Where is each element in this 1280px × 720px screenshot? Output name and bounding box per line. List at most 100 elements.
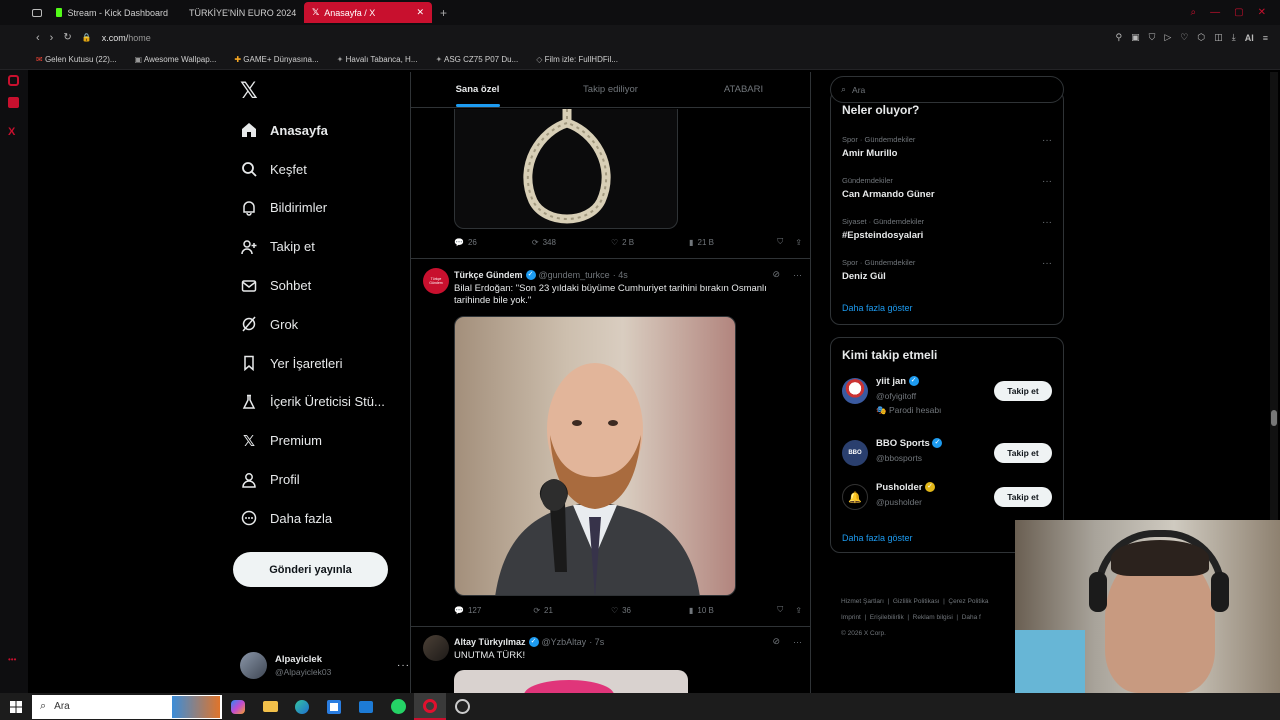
ai-button[interactable]: AI — [1245, 33, 1254, 43]
play-icon[interactable]: ▷ — [1164, 32, 1171, 43]
taskbar-search[interactable]: ⌕ Ara — [32, 694, 222, 719]
scrollbar-thumb[interactable] — [1271, 410, 1277, 426]
post-author-name[interactable]: Türkçe Gündem — [454, 270, 523, 280]
x-logo-icon[interactable]: 𝕏 — [240, 78, 258, 104]
post-time[interactable]: · 7s — [589, 637, 604, 647]
bookmark-item[interactable]: ◇ Film izle: FullHDFil... — [536, 55, 618, 64]
post-avatar[interactable]: Türkçe Gündem — [423, 268, 449, 294]
search-input[interactable]: Ara — [852, 85, 865, 95]
nav-notifications[interactable]: Bildirimler — [230, 189, 410, 228]
close-window-icon[interactable]: ✕ — [1258, 7, 1266, 18]
tab-for-you[interactable]: Sana özel — [411, 72, 544, 107]
follow-button[interactable]: Takip et — [994, 381, 1052, 401]
minimize-icon[interactable]: — — [1210, 7, 1220, 18]
bookmark-icon[interactable]: ⛉ — [777, 605, 783, 615]
post-author-handle[interactable]: @gundem_turkce — [539, 270, 610, 280]
trend-item[interactable]: Spor · Gündemdekiler Deniz Gül ··· — [831, 256, 1063, 297]
footer-link[interactable]: Gizlilik Politikası — [893, 598, 940, 605]
more-horizontal-icon[interactable]: ··· — [397, 660, 410, 671]
sidebar-x-icon[interactable]: X — [8, 126, 15, 138]
nav-grok[interactable]: Grok — [230, 305, 410, 344]
follow-button[interactable]: Takip et — [994, 443, 1052, 463]
tab-kick[interactable]: Stream - Kick Dashboard — [48, 2, 176, 23]
post-author-name[interactable]: Altay Türkyılmaz — [454, 637, 526, 647]
search-tabs-icon[interactable]: ⌕ — [1191, 7, 1197, 18]
repost-button[interactable]: ⟳ 348 — [532, 238, 556, 247]
sidebar-app-icon[interactable] — [8, 97, 19, 108]
back-icon[interactable]: ‹ — [36, 32, 40, 44]
footer-link[interactable]: Erişilebilirlik — [870, 614, 904, 621]
grok-icon[interactable]: ⊘ — [772, 636, 780, 647]
reply-button[interactable]: 💬 127 — [454, 606, 481, 615]
repost-button[interactable]: ⟳ 21 — [533, 606, 553, 615]
show-more-link[interactable]: Daha fazla göster — [842, 533, 913, 543]
download-icon[interactable]: ⤓ — [1232, 32, 1236, 43]
footer-link[interactable]: Çerez Politika — [948, 598, 988, 605]
account-switcher[interactable]: Alpayiclek @Alpayiclek03 ··· — [240, 648, 410, 682]
bookmark-item[interactable]: ✉ Gelen Kutusu (22)... — [36, 55, 117, 64]
post-author-handle[interactable]: @YzbAltay — [542, 637, 587, 647]
steam-icon[interactable] — [446, 693, 478, 720]
more-horizontal-icon[interactable]: ··· — [1042, 135, 1052, 146]
grok-icon[interactable]: ⊘ — [772, 269, 780, 280]
more-horizontal-icon[interactable]: ··· — [1042, 176, 1052, 187]
bookmark-item[interactable]: ▣ Awesome Wallpap... — [135, 55, 217, 64]
screenshot-icon[interactable]: ▣ — [1131, 32, 1140, 43]
trend-item[interactable]: Siyaset · Gündemdekiler #Epsteindosyalar… — [831, 215, 1063, 256]
file-explorer-icon[interactable] — [254, 693, 286, 720]
tab-workspace-icon[interactable] — [28, 2, 48, 23]
like-button[interactable]: ♡ 2 B — [611, 238, 634, 247]
nav-profile[interactable]: Profil — [230, 460, 410, 499]
close-tab-icon[interactable]: ✕ — [416, 7, 424, 18]
extensions-icon[interactable]: ⬡ — [1197, 32, 1205, 43]
bookmark-item[interactable]: ✦ ASG CZ75 P07 Du... — [436, 55, 519, 64]
share-icon[interactable]: ⇪ — [795, 238, 802, 247]
reply-button[interactable]: 💬 26 — [454, 238, 477, 247]
more-horizontal-icon[interactable]: ··· — [1042, 217, 1052, 228]
nav-chat[interactable]: Sohbet — [230, 266, 410, 305]
follow-button[interactable]: Takip et — [994, 487, 1052, 507]
share-icon[interactable]: ⇪ — [795, 606, 802, 615]
nav-premium[interactable]: 𝕏 Premium — [230, 421, 410, 460]
more-horizontal-icon[interactable]: ··· — [793, 270, 802, 280]
search-box[interactable]: ⌕ Ara — [830, 76, 1064, 103]
tab-x-home[interactable]: 𝕏 Anasayfa / X ✕ — [304, 2, 432, 23]
new-tab-button[interactable]: + — [432, 2, 455, 23]
mail-icon[interactable] — [350, 693, 382, 720]
windows-start-icon[interactable] — [0, 693, 32, 720]
footer-link[interactable]: Imprint — [841, 614, 861, 621]
shield-icon[interactable]: ⛉ — [1149, 32, 1156, 43]
footer-link[interactable]: Hizmet Şartları — [841, 598, 884, 605]
post-button[interactable]: Gönderi yayınla — [233, 552, 388, 587]
trend-item[interactable]: Spor · Gündemdekiler Amir Murillo ··· — [831, 133, 1063, 174]
menu-icon[interactable]: ≡ — [1263, 33, 1268, 43]
follow-suggestion[interactable]: BBO BBO Sports ✓ @bbosports Takip et — [831, 438, 1063, 482]
like-button[interactable]: ♡ 36 — [611, 606, 631, 615]
views-button[interactable]: ▮ 10 B — [689, 606, 714, 615]
show-more-link[interactable]: Daha fazla göster — [842, 303, 913, 313]
trend-item[interactable]: Gündemdekiler Can Armando Güner ··· — [831, 174, 1063, 215]
more-horizontal-icon[interactable]: ··· — [793, 637, 802, 647]
bookmark-item[interactable]: ✦ Havalı Tabanca, H... — [337, 55, 418, 64]
follow-suggestion[interactable]: yiit jan ✓ @ofyigitoff 🎭 Parodi hesabı T… — [831, 376, 1063, 438]
more-horizontal-icon[interactable]: ··· — [1042, 258, 1052, 269]
bookmark-item[interactable]: ✚ GAME+ Dünyasına... — [234, 55, 318, 64]
maximize-icon[interactable]: ▢ — [1234, 7, 1243, 18]
nav-bookmarks[interactable]: Yer İşaretleri — [230, 344, 410, 383]
reload-icon[interactable]: ↻ — [63, 32, 71, 43]
opera-gx-icon[interactable] — [414, 693, 446, 720]
store-icon[interactable] — [318, 693, 350, 720]
footer-link[interactable]: Daha f — [962, 614, 981, 621]
edge-icon[interactable] — [286, 693, 318, 720]
whatsapp-icon[interactable] — [382, 693, 414, 720]
tab-youtube[interactable]: TÜRKİYE'NİN EURO 2024 — [176, 2, 304, 23]
heart-icon[interactable]: ♡ — [1180, 32, 1188, 43]
nav-follow[interactable]: Takip et — [230, 227, 410, 266]
pin-icon[interactable]: ⚲ — [1116, 32, 1123, 43]
wallet-icon[interactable]: ◫ — [1214, 32, 1223, 43]
post-media[interactable] — [454, 670, 688, 693]
url-field[interactable]: x.com/home — [102, 33, 1002, 43]
nav-more[interactable]: Daha fazla — [230, 499, 410, 538]
tab-atabari[interactable]: ATABARI — [677, 72, 810, 107]
forward-icon[interactable]: › — [50, 32, 54, 44]
